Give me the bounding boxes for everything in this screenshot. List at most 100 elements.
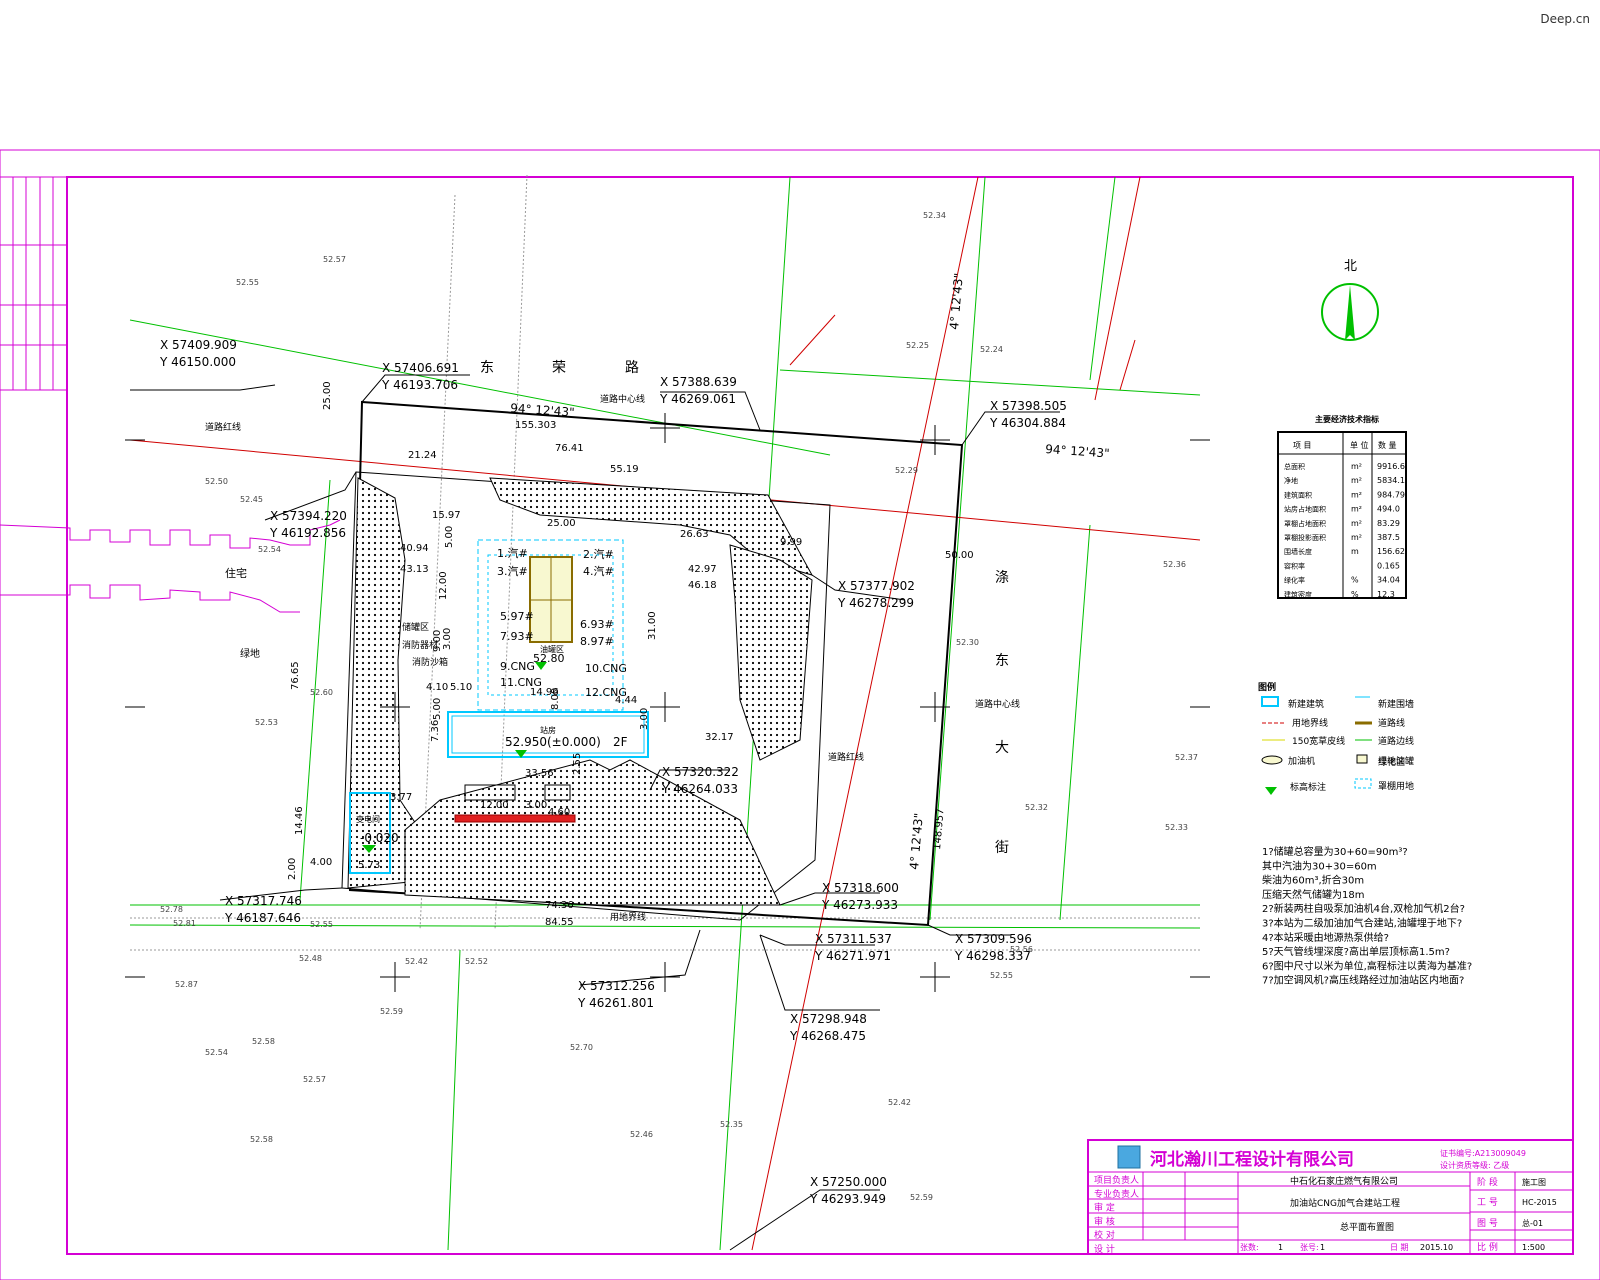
- dimension-label: 5.73: [358, 860, 380, 871]
- spot-elevation: 52.59: [380, 1007, 403, 1016]
- coordinate-x: X 57311.537: [815, 932, 892, 946]
- tech-table-item: 净地: [1284, 476, 1298, 485]
- title-block-bottom: 张数:: [1240, 1242, 1259, 1252]
- cert-grade: 设计资质等级: 乙级: [1440, 1160, 1509, 1170]
- dimension-label: 43.13: [400, 564, 429, 575]
- street-north-char: 路: [625, 360, 639, 376]
- tech-table-item: 绿化率: [1284, 576, 1305, 585]
- bearing-angle: 4° 12'43": [907, 812, 926, 870]
- spot-elevation: 52.87: [175, 980, 198, 989]
- coordinate-y: Y 46271.971: [814, 949, 891, 963]
- legend-item: 道路线: [1378, 717, 1405, 729]
- tech-table-unit: %: [1351, 590, 1359, 599]
- spot-elevation: 52.55: [990, 971, 1013, 980]
- title-block-value: 总-01: [1522, 1218, 1543, 1228]
- street-north-char: 东: [480, 360, 494, 376]
- label-red-line-east: 道路红线: [828, 751, 864, 763]
- street-east-char: 涤: [995, 570, 1009, 586]
- dimension-label: 40.94: [400, 543, 429, 554]
- spot-elevation: 52.42: [888, 1098, 911, 1107]
- legend-item: 新建围墙: [1378, 698, 1414, 710]
- coordinate-x: X 57388.639: [660, 375, 737, 389]
- title-block-role: 审 定: [1094, 1202, 1115, 1214]
- spot-elevation: 52.57: [303, 1075, 326, 1084]
- dispenser-label: 9.CNG: [500, 660, 535, 673]
- cert-number: 证书编号:A213009049: [1440, 1148, 1526, 1158]
- label-station: 站房: [540, 725, 556, 735]
- spot-elevation: 52.48: [299, 954, 322, 963]
- coordinate-y: Y 46264.033: [661, 782, 738, 796]
- dimension-label: 8.00: [550, 688, 561, 710]
- label-elev-left: -0.020: [360, 831, 399, 845]
- tech-table-item: 罩棚占地面积: [1284, 519, 1326, 528]
- dimension-label: 4.00: [310, 857, 332, 868]
- binding-strip: [0, 176, 67, 391]
- spot-elevation: 52.58: [252, 1037, 275, 1046]
- spot-elevation: 52.42: [405, 957, 428, 966]
- tech-table-value: 494.0: [1377, 505, 1400, 514]
- label-boundary: 用地界线: [610, 911, 646, 923]
- spot-elevation: 52.81: [173, 919, 196, 928]
- tech-table-value: 0.165: [1377, 561, 1400, 570]
- tech-table-value: 12.3: [1377, 590, 1395, 599]
- dimension-label: 4.60: [548, 807, 570, 818]
- dimension-label: 7.36: [430, 720, 441, 742]
- coordinate-x: X 57309.596: [955, 932, 1032, 946]
- coordinate-x: X 57318.600: [822, 881, 899, 895]
- spot-elevation: 52.33: [1165, 823, 1188, 832]
- note-line: 压缩天然气储罐为18m: [1262, 888, 1364, 901]
- title-block-field: 图 号: [1477, 1218, 1498, 1229]
- tech-table-item: 总面积: [1284, 462, 1305, 471]
- note-line: 其中汽油为30+30=60m: [1262, 859, 1377, 872]
- tech-table-unit: m²: [1351, 533, 1362, 542]
- inner-frame: [66, 176, 1574, 1255]
- legend-item: 150宽草皮线: [1292, 735, 1345, 747]
- coordinate-y: Y 46293.949: [809, 1192, 886, 1206]
- dimension-label: 3.77: [390, 792, 412, 803]
- misc-label: 消防器材: [402, 639, 438, 651]
- spot-elevation: 52.59: [910, 1193, 933, 1202]
- label-station-elev: 52.950(±0.000): [505, 735, 601, 749]
- title-block-role: 专业负责人: [1094, 1188, 1139, 1200]
- project-name-2: 加油站CNG加气合建站工程: [1290, 1197, 1400, 1209]
- spot-elevation: 52.60: [310, 688, 333, 697]
- spot-elevation: 52.58: [250, 1135, 273, 1144]
- tech-table-unit: m: [1351, 547, 1359, 556]
- dimension-label: 3.00: [442, 628, 453, 650]
- dispenser-label: 3.汽#: [497, 564, 528, 578]
- label-road-centerline-east: 道路中心线: [975, 698, 1020, 710]
- spot-elevation: 52.52: [465, 957, 488, 966]
- legend-item: 道路边线: [1378, 735, 1414, 747]
- tech-table-frame: [1277, 431, 1407, 599]
- coordinate-x: X 57377.902: [838, 579, 915, 593]
- tech-table-value: 5834.1: [1377, 476, 1405, 485]
- tech-table-value: 83.29: [1377, 519, 1400, 528]
- tech-table-header: 数 量: [1378, 440, 1397, 450]
- label-tanks: 油罐区: [540, 644, 564, 654]
- dimension-label: 21.24: [408, 450, 437, 461]
- tech-table-item: 围墙长度: [1284, 547, 1312, 556]
- coordinate-x: X 57317.746: [225, 894, 302, 908]
- coordinate-y: Y 46261.801: [577, 996, 654, 1010]
- coordinate-x: X 57298.948: [790, 1012, 867, 1026]
- tech-table-unit: m²: [1351, 505, 1362, 514]
- legend-item: 加油机: [1288, 755, 1315, 767]
- tech-table-value: 156.62: [1377, 547, 1405, 556]
- legend-item: 罩棚用地: [1378, 780, 1414, 792]
- dimension-label: 76.65: [290, 661, 301, 690]
- dimension-label: 25.00: [547, 518, 576, 529]
- dimension-label: 5.00: [444, 526, 455, 548]
- drawing-name: 总平面布置图: [1340, 1221, 1394, 1233]
- dimension-label: 3.00: [639, 708, 650, 730]
- coordinate-x: X 57409.909: [160, 338, 237, 352]
- tech-table-unit: m²: [1351, 490, 1362, 499]
- title-block-value: 1:500: [1522, 1243, 1545, 1252]
- dimension-label: 31.00: [647, 611, 658, 640]
- coordinate-y: Y 46269.061: [659, 392, 736, 406]
- spot-elevation: 52.53: [255, 718, 278, 727]
- title-block-bottom: 1: [1278, 1243, 1283, 1252]
- coordinate-x: X 57312.256: [578, 979, 655, 993]
- legend-item: 新建建筑: [1288, 698, 1324, 710]
- spot-elevation: 52.32: [1025, 803, 1048, 812]
- tech-table-item: 建筑面积: [1284, 490, 1312, 499]
